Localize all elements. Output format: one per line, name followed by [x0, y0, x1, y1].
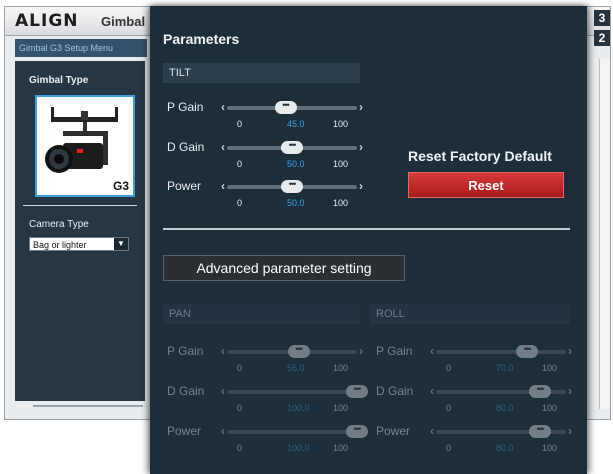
- slider-label: D Gain: [167, 384, 205, 398]
- window-control-3[interactable]: 3: [594, 10, 610, 26]
- slider-track[interactable]: •••: [227, 141, 357, 154]
- pan-header: PAN: [163, 304, 360, 324]
- chevron-right-icon[interactable]: ›: [568, 385, 576, 397]
- sidebar: Gimbal Type G3 Camera Type Bag or lighte…: [15, 61, 145, 401]
- slider-label: Power: [376, 424, 411, 438]
- slider-value: 50.0: [287, 159, 305, 169]
- roll-d-gain-slider[interactable]: D Gain ‹ ••• › 0 80.0 100: [376, 384, 576, 418]
- chevron-right-icon[interactable]: ›: [359, 180, 367, 192]
- window-control-2[interactable]: 2: [594, 30, 610, 46]
- slider-value: 80.0: [496, 403, 514, 413]
- chevron-right-icon[interactable]: ›: [359, 385, 367, 397]
- slider-track[interactable]: •••: [436, 345, 566, 358]
- chevron-right-icon[interactable]: ›: [568, 345, 576, 357]
- reset-factory-default-label: Reset Factory Default: [408, 148, 552, 164]
- slider-max: 100: [333, 403, 349, 413]
- slider-max: 100: [333, 119, 349, 129]
- slider-thumb[interactable]: •••: [529, 385, 551, 398]
- align-logo: ALIGN: [15, 11, 79, 31]
- slider-label: P Gain: [167, 100, 204, 114]
- slider-max: 100: [333, 198, 349, 208]
- slider-thumb[interactable]: •••: [516, 345, 538, 358]
- slider-thumb[interactable]: •••: [281, 180, 303, 193]
- slider-label: P Gain: [376, 344, 413, 358]
- chevron-right-icon[interactable]: ›: [359, 141, 367, 153]
- chevron-right-icon[interactable]: ›: [568, 425, 576, 437]
- sidebar-divider: [23, 205, 137, 206]
- camera-type-value: Bag or lighter: [33, 240, 87, 250]
- slider-max: 100: [333, 363, 349, 373]
- slider-min: 0: [446, 443, 452, 453]
- camera-type-label: Camera Type: [29, 219, 89, 230]
- parameters-panel: Parameters TILT P Gain ‹ ••• › 0 45.0 10…: [150, 6, 587, 474]
- right-edge-strip: [599, 59, 610, 409]
- pan-d-gain-slider[interactable]: D Gain ‹ ••• › 0 100.0 100: [167, 384, 368, 418]
- pan-power-slider[interactable]: Power ‹ ••• › 0 100.0 100: [167, 424, 368, 458]
- panel-title: Parameters: [163, 31, 240, 47]
- slider-max: 100: [542, 363, 558, 373]
- chevron-down-icon[interactable]: ▼: [114, 238, 128, 250]
- slider-value: 55.0: [287, 363, 305, 373]
- chevron-right-icon[interactable]: ›: [359, 101, 367, 113]
- slider-label: D Gain: [167, 140, 205, 154]
- roll-power-slider[interactable]: Power ‹ ••• › 0 80.0 100: [376, 424, 576, 458]
- slider-max: 100: [333, 443, 349, 453]
- slider-label: Power: [167, 424, 202, 438]
- slider-min: 0: [237, 119, 243, 129]
- slider-track[interactable]: •••: [227, 101, 357, 114]
- slider-track[interactable]: •••: [227, 345, 357, 358]
- gimbal-badge: G3: [112, 179, 129, 193]
- camera-type-select[interactable]: Bag or lighter ▼: [29, 237, 129, 251]
- slider-min: 0: [237, 159, 243, 169]
- slider-min: 0: [237, 403, 243, 413]
- roll-header: ROLL: [370, 304, 570, 324]
- setup-menu-tab[interactable]: Gimbal G3 Setup Menu: [15, 39, 147, 57]
- panel-divider: [163, 228, 570, 230]
- advanced-parameter-setting-button[interactable]: Advanced parameter setting: [163, 255, 405, 281]
- slider-value: 70.0: [496, 363, 514, 373]
- gimbal-type-label: Gimbal Type: [29, 75, 89, 86]
- slider-label: Power: [167, 179, 202, 193]
- slider-label: P Gain: [167, 344, 204, 358]
- slider-min: 0: [446, 363, 452, 373]
- slider-value: 100.0: [287, 443, 310, 453]
- slider-thumb[interactable]: •••: [529, 425, 551, 438]
- slider-max: 100: [542, 443, 558, 453]
- sidebar-bottom-line: [33, 405, 143, 407]
- slider-thumb[interactable]: •••: [274, 101, 297, 114]
- slider-track[interactable]: •••: [227, 180, 357, 193]
- pan-p-gain-slider[interactable]: P Gain ‹ ••• › 0 55.0 100: [167, 344, 367, 378]
- reset-button[interactable]: Reset: [408, 172, 564, 198]
- slider-thumb[interactable]: •••: [287, 345, 310, 358]
- slider-value: 50.0: [287, 198, 305, 208]
- slider-thumb[interactable]: •••: [281, 141, 303, 154]
- window-title: Gimbal: [101, 14, 146, 29]
- slider-min: 0: [237, 443, 243, 453]
- chevron-right-icon[interactable]: ›: [359, 425, 367, 437]
- slider-track[interactable]: •••: [436, 385, 566, 398]
- slider-min: 0: [237, 363, 243, 373]
- roll-p-gain-slider[interactable]: P Gain ‹ ••• › 0 70.0 100: [376, 344, 576, 378]
- tilt-p-gain-slider[interactable]: P Gain ‹ ••• › 0 45.0 100: [167, 100, 367, 134]
- slider-max: 100: [333, 159, 349, 169]
- tilt-power-slider[interactable]: Power ‹ ••• › 0 50.0 100: [167, 179, 367, 213]
- slider-value: 45.0: [287, 119, 305, 129]
- slider-track[interactable]: •••: [227, 425, 368, 438]
- tilt-d-gain-slider[interactable]: D Gain ‹ ••• › 0 50.0 100: [167, 140, 367, 174]
- gimbal-thumbnail[interactable]: G3: [35, 95, 135, 197]
- slider-label: D Gain: [376, 384, 414, 398]
- slider-min: 0: [446, 403, 452, 413]
- slider-max: 100: [542, 403, 558, 413]
- slider-min: 0: [237, 198, 243, 208]
- slider-value: 80.0: [496, 443, 514, 453]
- slider-track[interactable]: •••: [436, 425, 566, 438]
- slider-value: 100.0: [287, 403, 310, 413]
- tilt-header: TILT: [163, 63, 360, 83]
- slider-track[interactable]: •••: [227, 385, 368, 398]
- chevron-right-icon[interactable]: ›: [359, 345, 367, 357]
